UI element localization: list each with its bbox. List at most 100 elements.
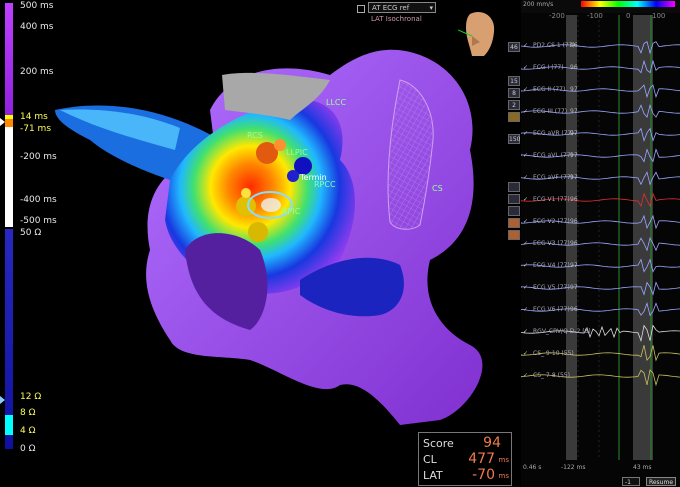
yellow-sphere-2 [248, 222, 268, 242]
ecg-speed: 200 mm/s [523, 1, 554, 8]
ecg-channel-score: 97 [570, 108, 578, 115]
impedance-label-0: 0 Ω [20, 444, 36, 454]
map-label-llpic: LLPIC [286, 148, 308, 157]
toolbar-button-15[interactable]: 15 [508, 76, 520, 86]
ecg-channel-label[interactable]: CS_ 7-8 (55) [533, 372, 570, 379]
score-value: 94 [483, 435, 501, 451]
lat-color-scale [0, 0, 16, 487]
map-label-rpic: RPIC [282, 207, 301, 216]
cl-row: CL 477 ms [423, 451, 509, 467]
toolbar-button-46[interactable]: 46 [508, 42, 520, 52]
impedance-label-50: 50 Ω [20, 228, 42, 238]
map-toolbar: 46 15 8 2 150 [507, 40, 521, 260]
map-label-cs: CS [432, 184, 443, 193]
map-label-rpcc: RPCC [314, 180, 336, 189]
map-label-llcc: LLCC [326, 98, 347, 107]
cl-unit: ms [498, 456, 509, 464]
score-label: Score [423, 437, 454, 450]
ecg-channel-score: 97 [570, 86, 578, 93]
resume-button[interactable]: Resume [646, 477, 676, 486]
ecg-channel-score: 96 [570, 196, 578, 203]
lat-value: -70 [472, 467, 495, 483]
ecg-channel-label[interactable]: ECG V5 (77) [533, 284, 570, 291]
ecg-channel-score: 96 [570, 64, 578, 71]
ecg-channel-label[interactable]: ECG II (77) [533, 86, 565, 93]
lat-label: LAT [423, 469, 443, 482]
ecg-channel-checkbox[interactable]: ✓ [523, 306, 528, 313]
ecg-panel[interactable]: 200 mm/s -200 -100 0 100 PD2 CS 1 (77) 96… [521, 0, 680, 487]
ecg-channel-score: 96 [570, 306, 578, 313]
scale-handle-icon[interactable] [0, 118, 5, 126]
lat-map-3d[interactable] [40, 0, 500, 487]
ecg-channel-checkbox[interactable]: ✓ [523, 86, 528, 93]
ecg-channel-checkbox[interactable]: ✓ [523, 240, 528, 247]
ecg-axis-0: 0 [626, 12, 631, 20]
map-visibility-checkbox[interactable] [357, 5, 365, 13]
impedance-label-4: 4 Ω [20, 426, 36, 436]
lat-row: LAT -70 ms [423, 467, 509, 483]
ecg-channel-checkbox[interactable]: ✓ [523, 328, 528, 335]
ecg-channel-checkbox[interactable]: ✓ [523, 42, 528, 49]
ecg-channel-checkbox[interactable]: ✓ [523, 262, 528, 269]
map-type-value: AT ECG ref [372, 4, 410, 12]
page-select-value: -1 [625, 479, 631, 486]
ecg-channel-checkbox[interactable]: ✓ [523, 196, 528, 203]
ecg-channel-label[interactable]: ECG V2 (77) [533, 218, 570, 225]
ecg-channel-label[interactable]: ECG V6 (77) [533, 306, 570, 313]
ecg-channel-checkbox[interactable]: ✓ [523, 152, 528, 159]
impedance-label-12: 12 Ω [20, 392, 42, 402]
catheter-tip [261, 198, 281, 212]
orange-sphere-small [274, 139, 286, 151]
toolbar-view-icon[interactable] [508, 182, 520, 192]
toolbar-layer-icon[interactable] [508, 206, 520, 216]
map-subtitle: LAT Isochronal [371, 15, 422, 23]
ecg-channel-checkbox[interactable]: ✓ [523, 284, 528, 291]
chevron-down-icon: ▾ [429, 4, 433, 12]
toolbar-button-150[interactable]: 150 [508, 134, 520, 144]
ecg-channel-label[interactable]: CS_ 9-10 (55) [533, 350, 574, 357]
ecg-channel-label[interactable]: PD2 CS 1 (77) [533, 42, 575, 49]
ecg-channel-score: 97 [570, 174, 578, 181]
ecg-axis-minus200: -200 [549, 12, 565, 20]
orientation-head-icon[interactable] [458, 8, 500, 60]
ecg-channel-label[interactable]: ECG V4 (77) [533, 262, 570, 269]
ecg-channel-label[interactable]: ECG aVF (77) [533, 174, 573, 181]
page-select[interactable]: -1 [622, 477, 640, 486]
scale-marker-orange [5, 119, 13, 127]
toolbar-head-icon-2[interactable] [508, 230, 520, 240]
ecg-channel-score: 96 [570, 218, 578, 225]
map-type-select[interactable]: AT ECG ref ▾ [368, 2, 436, 13]
lat-unit: ms [498, 472, 509, 480]
map-label-rcs: RCS [247, 131, 263, 140]
ecg-axis-100: 100 [652, 12, 666, 20]
toolbar-folder-icon[interactable] [508, 112, 520, 122]
toolbar-button-2[interactable]: 2 [508, 100, 520, 110]
ecg-axis-minus100: -100 [587, 12, 603, 20]
toolbar-button-8[interactable]: 8 [508, 88, 520, 98]
impedance-label-8: 8 Ω [20, 408, 36, 418]
ecg-channel-label[interactable]: ECG aVR (77) [533, 130, 574, 137]
ecg-channel-checkbox[interactable]: ✓ [523, 174, 528, 181]
toolbar-rotate-icon[interactable] [508, 194, 520, 204]
ecg-color-legend [581, 1, 675, 7]
ecg-channel-checkbox[interactable]: ✓ [523, 108, 528, 115]
ecg-channel-score: 97 [570, 284, 578, 291]
ecg-channel-label[interactable]: ECG I (77) [533, 64, 564, 71]
ecg-channel-score: 96 [570, 42, 578, 49]
ecg-channel-checkbox[interactable]: ✓ [523, 372, 528, 379]
ecg-channel-checkbox[interactable]: ✓ [523, 350, 528, 357]
ecg-channel-score: 96 [570, 240, 578, 247]
ecg-channel-label[interactable]: ECG aVL (77) [533, 152, 573, 159]
ecg-channel-label[interactable]: ECG V3 (77) [533, 240, 570, 247]
ecg-channel-label[interactable]: ECG V1 (77) [533, 196, 570, 203]
ecg-channel-label[interactable]: RGV_CRV/Q D-2 (8) [533, 328, 591, 335]
cl-label: CL [423, 453, 437, 466]
ecg-channel-checkbox[interactable]: ✓ [523, 130, 528, 137]
toolbar-head-icon[interactable] [508, 218, 520, 228]
ecg-channel-checkbox[interactable]: ✓ [523, 218, 528, 225]
cl-value: 477 [468, 451, 495, 467]
yellow-sphere-3 [241, 188, 251, 198]
impedance-handle-icon[interactable] [0, 396, 5, 404]
ecg-channel-label[interactable]: ECG III (77) [533, 108, 567, 115]
ecg-channel-checkbox[interactable]: ✓ [523, 64, 528, 71]
